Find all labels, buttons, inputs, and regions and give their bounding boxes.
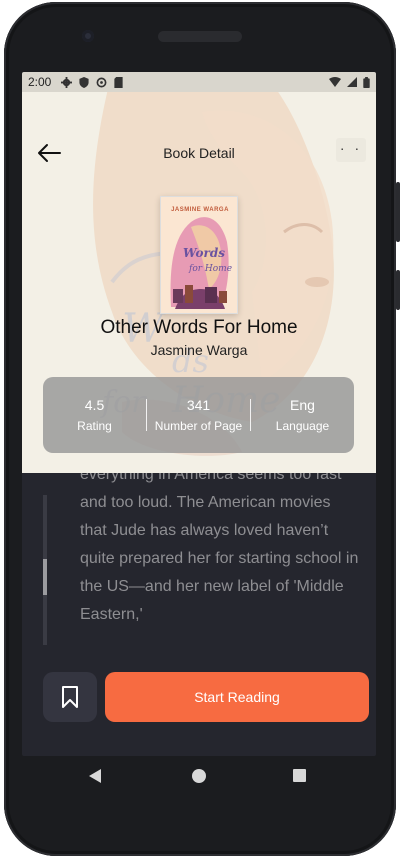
book-title: Other Words For Home <box>100 317 298 338</box>
stat-label: Language <box>275 419 330 433</box>
settings-icon <box>61 76 73 88</box>
book-description: everything in America seems too fast and… <box>80 473 359 623</box>
description-section[interactable]: everything in America seems too fast and… <box>22 473 376 651</box>
stat-value: 4.5 <box>84 397 105 413</box>
battery-icon <box>363 76 370 88</box>
book-cover-illustration: Words for Home <box>161 197 237 313</box>
signal-icon <box>347 77 357 87</box>
top-bar: Book Detail · · <box>22 138 376 168</box>
volume-button <box>396 182 400 242</box>
stat-language: Eng Language <box>251 397 354 433</box>
book-hero: W ds for Home Book Detail · · <box>22 92 376 473</box>
nav-back-icon[interactable] <box>88 768 102 784</box>
sd-card-icon <box>114 76 123 88</box>
book-stats-card: 4.5 Rating 341 Number of Page Eng Langua… <box>43 377 354 453</box>
stat-rating: 4.5 Rating <box>43 397 146 433</box>
svg-text:Words: Words <box>183 246 225 260</box>
stat-pages: 341 Number of Page <box>147 397 250 433</box>
front-camera <box>82 30 94 42</box>
stat-value: Eng <box>290 397 315 413</box>
system-navigation-bar <box>22 756 376 796</box>
stat-label: Rating <box>77 419 112 433</box>
status-bar: 2:00 <box>22 72 376 92</box>
earpiece-speaker <box>158 31 242 42</box>
book-author: Jasmine Warga <box>150 342 248 358</box>
bottom-actions: Start Reading <box>22 672 376 722</box>
sync-icon <box>96 77 107 87</box>
power-button <box>396 270 400 310</box>
start-reading-button[interactable]: Start Reading <box>105 672 369 722</box>
status-time: 2:00 <box>28 75 52 89</box>
stat-label: Number of Page <box>154 419 243 433</box>
nav-home-icon[interactable] <box>192 769 206 783</box>
shield-icon <box>79 76 89 88</box>
more-options-button[interactable]: · · <box>336 138 366 162</box>
app-screen: 2:00 W ds for Home <box>22 72 376 756</box>
page-title: Book Detail <box>163 145 235 161</box>
scrollbar-thumb[interactable] <box>43 559 47 595</box>
bookmark-icon <box>62 686 78 708</box>
svg-text:for Home: for Home <box>188 264 232 274</box>
bookmark-button[interactable] <box>43 672 97 722</box>
book-cover: Words for Home JASMINE WARGA <box>160 196 238 314</box>
nav-recents-icon[interactable] <box>293 769 306 782</box>
cover-author: JASMINE WARGA <box>171 207 229 213</box>
description-scrollbar[interactable] <box>43 495 47 645</box>
stat-value: 341 <box>186 397 211 413</box>
wifi-icon <box>329 77 341 87</box>
